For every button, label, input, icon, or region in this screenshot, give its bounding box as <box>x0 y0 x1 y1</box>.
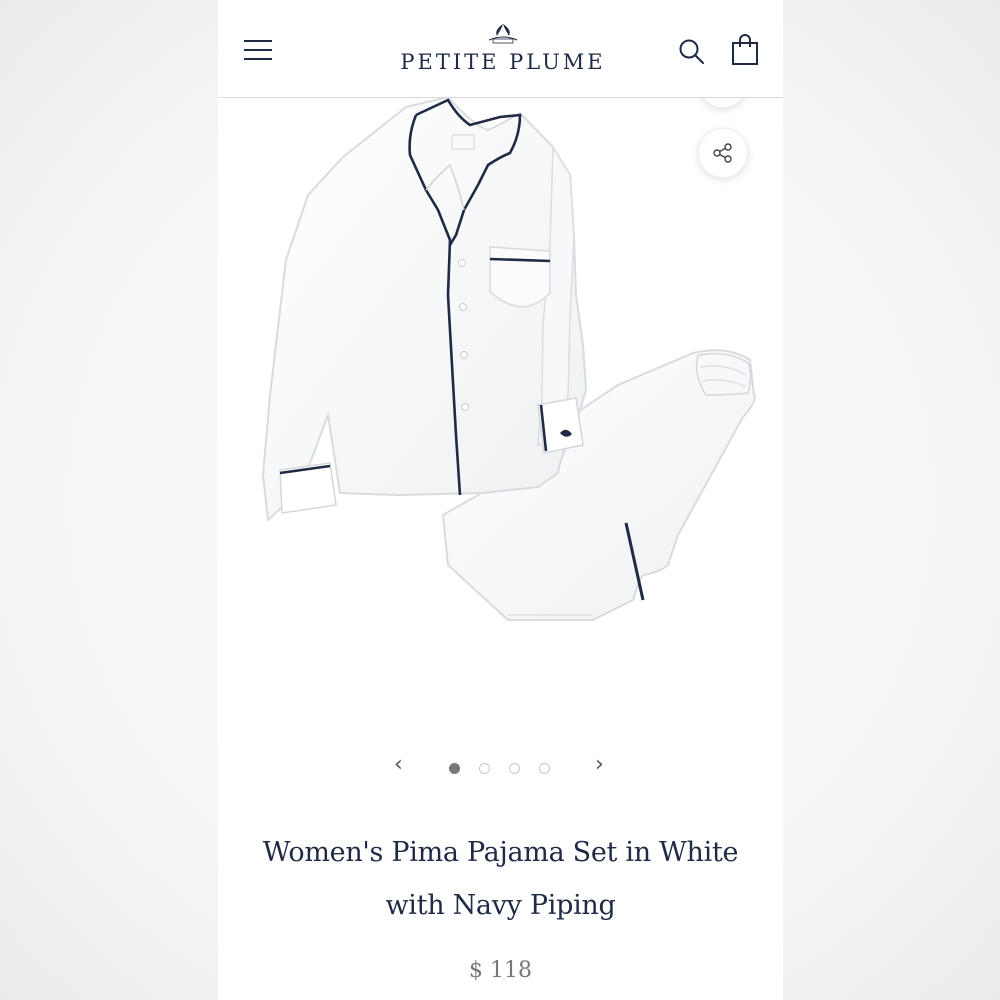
carousel-dot-3[interactable] <box>509 763 520 774</box>
search-icon <box>679 39 704 64</box>
mobile-viewport: PETITE PLUME ‹ › Women's Pima Pajama Set… <box>218 0 783 1000</box>
cart-button[interactable] <box>731 34 759 66</box>
carousel-prev-button[interactable]: ‹ <box>394 752 403 778</box>
pajama-shirt <box>261 95 588 523</box>
carousel-dot-2[interactable] <box>479 763 490 774</box>
hamburger-menu-icon <box>244 40 272 42</box>
carousel-dot-4[interactable] <box>539 763 550 774</box>
menu-button[interactable] <box>244 40 274 62</box>
share-button[interactable] <box>698 128 748 178</box>
carousel-dot-1[interactable] <box>449 763 460 774</box>
image-carousel-controls: ‹ › <box>218 752 783 782</box>
product-price: $ 118 <box>469 958 532 983</box>
share-icon <box>713 143 732 163</box>
hamburger-line <box>244 49 272 51</box>
brand-name: PETITE PLUME <box>400 50 606 74</box>
search-button[interactable] <box>678 38 706 66</box>
carousel-next-button[interactable]: › <box>595 752 604 778</box>
brand-logo[interactable]: PETITE PLUME <box>378 22 628 82</box>
shopping-bag-icon <box>732 34 758 65</box>
site-header: PETITE PLUME <box>218 0 783 98</box>
hamburger-line <box>244 58 272 60</box>
product-title: Women's Pima Pajama Set in White with Na… <box>262 837 739 921</box>
product-image[interactable] <box>238 95 763 655</box>
feather-logo-icon <box>488 24 518 44</box>
